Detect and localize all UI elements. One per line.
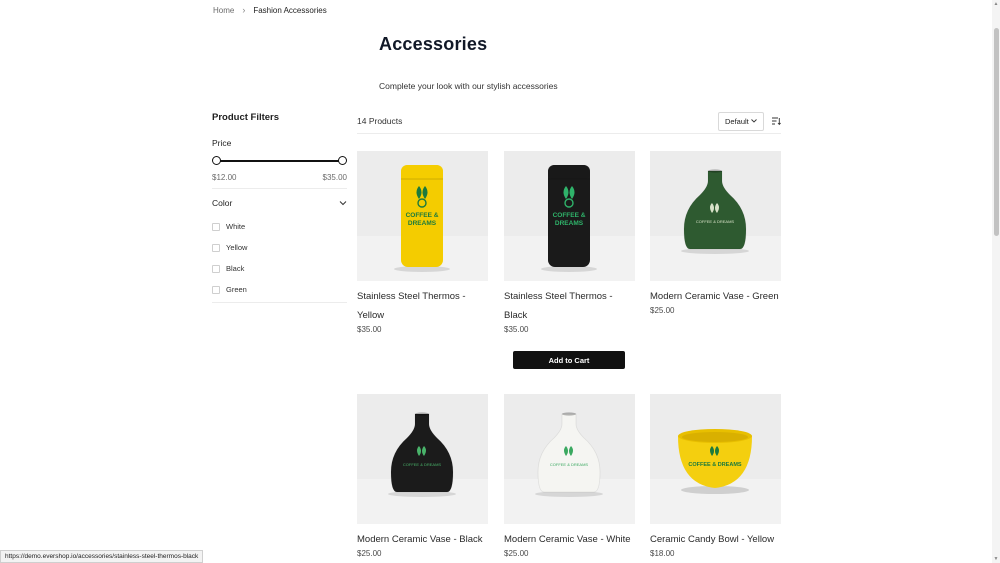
- breadcrumb-current: Fashion Accessories: [253, 5, 327, 15]
- product-image[interactable]: COFFEE & DREAMS: [357, 394, 488, 524]
- status-bar-url: https://demo.evershop.io/accessories/sta…: [0, 550, 204, 563]
- scroll-thumb[interactable]: [994, 28, 999, 236]
- product-card[interactable]: COFFEE & DREAMS Ceramic Candy Bowl - Yel…: [650, 394, 781, 558]
- logo-line1: COFFEE &: [553, 212, 586, 219]
- product-card[interactable]: COFFEE & DREAMS Stainless Steel Thermos …: [357, 151, 488, 334]
- add-to-cart-button[interactable]: Add to Cart: [513, 351, 625, 369]
- logo-line1: COFFEE &: [406, 212, 439, 219]
- color-filter-label: Color: [212, 198, 233, 208]
- product-price: $35.00: [357, 325, 382, 334]
- price-min-value: $12.00: [212, 173, 237, 182]
- color-option-green[interactable]: Green: [212, 279, 347, 300]
- chevron-down-icon[interactable]: [339, 200, 347, 206]
- page-scrollbar[interactable]: ▲ ▼: [992, 0, 1000, 563]
- product-name-link[interactable]: Stainless Steel Thermos - Yellow: [357, 287, 488, 325]
- product-photo[interactable]: COFFEE & DREAMS: [650, 394, 781, 524]
- product-image[interactable]: COFFEE & DREAMS: [650, 151, 781, 281]
- logo-text: COFFEE & DREAMS: [550, 462, 589, 467]
- price-range-values: $12.00 $35.00: [212, 173, 347, 182]
- chevron-down-icon: [751, 119, 757, 123]
- color-options: White Yellow Black Green: [212, 216, 347, 300]
- product-price: $25.00: [504, 549, 529, 558]
- color-option-yellow[interactable]: Yellow: [212, 237, 347, 258]
- product-name-link[interactable]: Modern Ceramic Vase - White: [504, 530, 635, 549]
- filters-title: Product Filters: [212, 112, 280, 123]
- breadcrumb: Home › Fashion Accessories: [213, 5, 327, 15]
- filter-divider: [212, 188, 347, 189]
- page-title: Accessories: [379, 34, 488, 54]
- scroll-down-icon[interactable]: ▼: [993, 556, 999, 562]
- breadcrumb-separator-icon: ›: [242, 5, 246, 15]
- sort-select-value: Default: [725, 116, 749, 126]
- color-filter-header[interactable]: Color: [212, 198, 347, 208]
- color-option-black[interactable]: Black: [212, 258, 347, 279]
- logo-text: COFFEE & DREAMS: [688, 462, 742, 468]
- product-filters: Product Filters Price $12.00 $35.00 Colo…: [212, 112, 347, 303]
- logo-text: COFFEE & DREAMS: [696, 219, 735, 224]
- color-checkbox[interactable]: [212, 285, 220, 294]
- product-image[interactable]: COFFEE & DREAMS: [357, 151, 488, 281]
- price-filter-label: Price: [212, 138, 232, 148]
- product-card[interactable]: COFFEE & DREAMS Modern Ceramic Vase - Gr…: [650, 151, 781, 315]
- sort-direction-icon[interactable]: [771, 116, 781, 126]
- logo-text: COFFEE & DREAMS: [403, 462, 442, 467]
- product-name-link[interactable]: Modern Ceramic Vase - Green: [650, 287, 781, 306]
- color-option-white[interactable]: White: [212, 216, 347, 237]
- product-price: $18.00: [650, 549, 675, 558]
- scroll-up-icon[interactable]: ▲: [993, 1, 999, 7]
- color-option-label: Green: [226, 285, 247, 294]
- product-card[interactable]: COFFEE & DREAMS Modern Ceramic Vase - Wh…: [504, 394, 635, 558]
- product-price: $25.00: [650, 306, 675, 315]
- color-option-label: Yellow: [226, 243, 248, 252]
- toolbar-divider: [357, 133, 781, 134]
- color-checkbox[interactable]: [212, 264, 220, 273]
- price-max-handle[interactable]: [338, 156, 347, 165]
- product-card[interactable]: COFFEE & DREAMS Stainless Steel Thermos …: [504, 151, 635, 334]
- page-subtitle: Complete your look with our stylish acce…: [379, 81, 558, 91]
- logo-line2: DREAMS: [408, 220, 437, 227]
- product-image[interactable]: COFFEE & DREAMS: [650, 394, 781, 524]
- price-min-handle[interactable]: [212, 156, 221, 165]
- price-range-slider[interactable]: [212, 156, 347, 166]
- color-option-label: White: [226, 222, 246, 231]
- product-name-link[interactable]: Modern Ceramic Vase - Black: [357, 530, 488, 549]
- price-slider-track: [216, 160, 343, 162]
- product-price: $25.00: [357, 549, 382, 558]
- product-toolbar: 14 Products Default: [357, 110, 781, 132]
- color-checkbox[interactable]: [212, 222, 220, 231]
- product-photo[interactable]: COFFEE & DREAMS: [357, 151, 488, 281]
- product-image[interactable]: COFFEE & DREAMS: [504, 394, 635, 524]
- price-max-value: $35.00: [322, 173, 347, 182]
- product-card[interactable]: COFFEE & DREAMS Modern Ceramic Vase - Bl…: [357, 394, 488, 558]
- color-option-label: Black: [226, 264, 245, 273]
- product-name-link[interactable]: Stainless Steel Thermos - Black: [504, 287, 635, 325]
- product-image[interactable]: COFFEE & DREAMS: [504, 151, 635, 281]
- logo-line2: DREAMS: [555, 220, 584, 227]
- sort-select[interactable]: Default: [718, 111, 764, 131]
- product-price: $35.00: [504, 325, 529, 334]
- product-photo[interactable]: COFFEE & DREAMS: [504, 151, 635, 281]
- color-checkbox[interactable]: [212, 243, 220, 252]
- product-photo[interactable]: COFFEE & DREAMS: [650, 151, 781, 281]
- product-photo[interactable]: COFFEE & DREAMS: [357, 394, 488, 524]
- product-photo[interactable]: COFFEE & DREAMS: [504, 394, 635, 524]
- sort-area: Default: [718, 111, 781, 131]
- filter-divider: [212, 302, 347, 303]
- breadcrumb-home-link[interactable]: Home: [213, 6, 234, 15]
- product-count: 14 Products: [357, 116, 403, 126]
- product-name-link[interactable]: Ceramic Candy Bowl - Yellow: [650, 530, 781, 549]
